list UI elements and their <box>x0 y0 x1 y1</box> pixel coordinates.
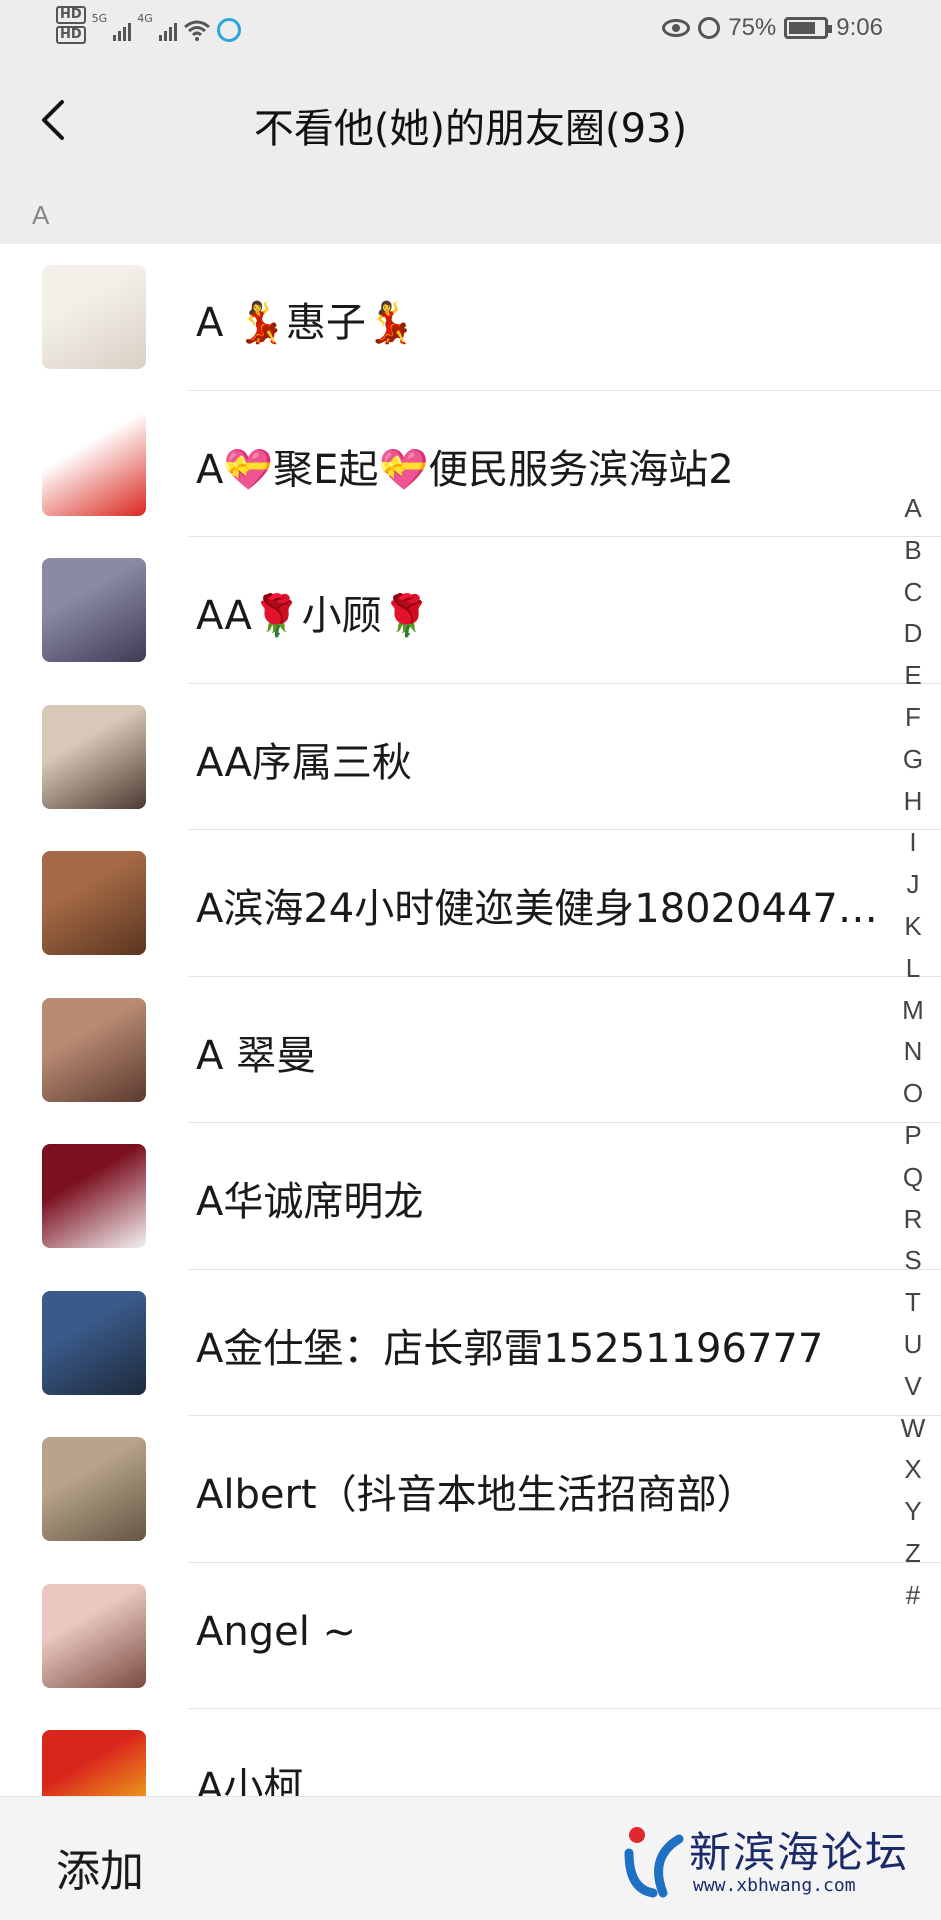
add-button[interactable]: 添加 <box>56 1835 144 1899</box>
network-type-2: 4G <box>137 12 153 25</box>
contact-name: AA序属三秋 <box>196 739 412 786</box>
wifi-icon <box>183 20 210 41</box>
index-letter[interactable]: M <box>902 990 924 1032</box>
avatar <box>42 1730 146 1796</box>
signal-icon-2 <box>158 19 177 41</box>
contact-list: A 💃惠子💃 A💝聚E起💝便民服务滨海站2 AA🌹小顾🌹 AA序属三秋 A滨海24小时健… <box>0 244 941 1796</box>
contact-row[interactable]: Angel ~ <box>0 1563 941 1709</box>
battery-fill <box>789 22 815 34</box>
index-letter[interactable]: Y <box>904 1491 921 1533</box>
contact-row[interactable]: Albert（抖音本地生活招商部） <box>0 1416 941 1563</box>
index-letter[interactable]: P <box>904 1115 921 1157</box>
index-letter[interactable]: Q <box>903 1157 923 1199</box>
contact-row[interactable]: AA🌹小顾🌹 <box>0 537 941 684</box>
index-letter[interactable]: G <box>903 739 923 781</box>
network-type-1: 5G <box>91 12 108 25</box>
contact-row[interactable]: A华诚席明龙 <box>0 1123 941 1270</box>
contact-row[interactable]: A 翠曼 <box>0 977 941 1123</box>
avatar <box>42 265 146 369</box>
contact-name: A 翠曼 <box>196 1032 317 1079</box>
contact-name: A小柯 <box>196 1765 304 1796</box>
index-letter[interactable]: K <box>904 906 921 948</box>
index-letter[interactable]: # <box>906 1575 920 1617</box>
contact-row[interactable]: A 💃惠子💃 <box>0 244 941 391</box>
avatar <box>42 997 146 1102</box>
section-header: A <box>0 184 941 244</box>
avatar <box>42 558 146 662</box>
index-letter[interactable]: Z <box>905 1533 921 1575</box>
alarm-icon <box>698 17 721 39</box>
status-right: 75% 9:06 <box>662 14 883 42</box>
section-letter: A <box>32 200 50 230</box>
index-letter[interactable]: T <box>905 1282 921 1324</box>
contact-name: A华诚席明龙 <box>196 1179 424 1225</box>
hd-badge-1: HD <box>56 6 86 24</box>
avatar <box>42 704 146 809</box>
clock: 9:06 <box>836 14 883 41</box>
index-letter[interactable]: I <box>909 822 916 864</box>
watermark-logo-icon <box>624 1827 684 1898</box>
index-letter[interactable]: C <box>904 572 923 614</box>
contact-name: Angel ~ <box>196 1608 357 1655</box>
index-letter[interactable]: H <box>904 781 923 823</box>
avatar <box>42 1144 146 1248</box>
index-letter[interactable]: A <box>904 488 921 530</box>
watermark-url: www.xbhwang.com <box>693 1875 856 1896</box>
avatar <box>42 1583 146 1688</box>
contact-row[interactable]: A小柯 <box>0 1709 941 1796</box>
battery-percent: 75% <box>728 14 777 41</box>
index-letter[interactable]: R <box>904 1199 923 1241</box>
contact-row[interactable]: AA序属三秋 <box>0 684 941 830</box>
contact-row[interactable]: A滨海24小时健迩美健身18020447… <box>0 830 941 977</box>
index-letter[interactable]: B <box>904 530 921 572</box>
eye-icon <box>662 19 691 37</box>
bottom-bar: 添加 新滨海论坛 www.xbhwang.com <box>0 1796 941 1920</box>
carrier-logo-icon <box>216 18 241 42</box>
contact-name: A💝聚E起💝便民服务滨海站2 <box>196 446 734 493</box>
signal-icon <box>113 19 132 41</box>
index-letter[interactable]: V <box>904 1366 921 1408</box>
contact-name: A金仕堡：店长郭雷15251196777 <box>196 1325 824 1372</box>
avatar <box>42 1437 146 1541</box>
hd-indicators: HD HD <box>56 6 86 44</box>
contact-name: Albert（抖音本地生活招商部） <box>196 1472 757 1518</box>
status-bar: HD HD 5G 4G 75% 9:06 <box>0 0 941 58</box>
contact-name: AA🌹小顾🌹 <box>196 593 432 639</box>
nav-bar: 不看他(她)的朋友圈(93) <box>0 58 941 184</box>
avatar <box>42 1290 146 1395</box>
index-letter[interactable]: D <box>904 613 923 655</box>
index-letter[interactable]: U <box>904 1324 923 1366</box>
index-letter[interactable]: J <box>907 864 920 906</box>
contact-name: A滨海24小时健迩美健身18020447… <box>196 886 878 932</box>
index-letter[interactable]: X <box>904 1449 921 1491</box>
index-letter[interactable]: E <box>904 655 921 697</box>
index-letter[interactable]: F <box>905 697 921 739</box>
status-left: HD HD 5G 4G <box>56 6 241 44</box>
index-letter[interactable]: N <box>904 1031 923 1073</box>
page-title: 不看他(她)的朋友圈(93) <box>253 106 688 152</box>
index-letter[interactable]: S <box>904 1240 921 1282</box>
index-letter[interactable]: O <box>903 1073 923 1115</box>
watermark-text: 新滨海论坛 <box>689 1828 910 1877</box>
contact-row[interactable]: A💝聚E起💝便民服务滨海站2 <box>0 391 941 537</box>
avatar <box>42 851 146 955</box>
watermark: 新滨海论坛 www.xbhwang.com <box>623 1819 923 1905</box>
index-letter[interactable]: L <box>906 948 920 990</box>
hd-badge-2: HD <box>56 26 86 44</box>
contact-row[interactable]: A金仕堡：店长郭雷15251196777 <box>0 1270 941 1416</box>
battery-icon <box>784 17 833 39</box>
index-letter[interactable]: W <box>901 1408 926 1450</box>
avatar <box>42 411 146 516</box>
alphabet-index[interactable]: A B C D E F G H I J K L M N O P Q R S T U V W X Y Z # <box>895 488 931 1617</box>
contact-name: A 💃惠子💃 <box>196 300 416 346</box>
